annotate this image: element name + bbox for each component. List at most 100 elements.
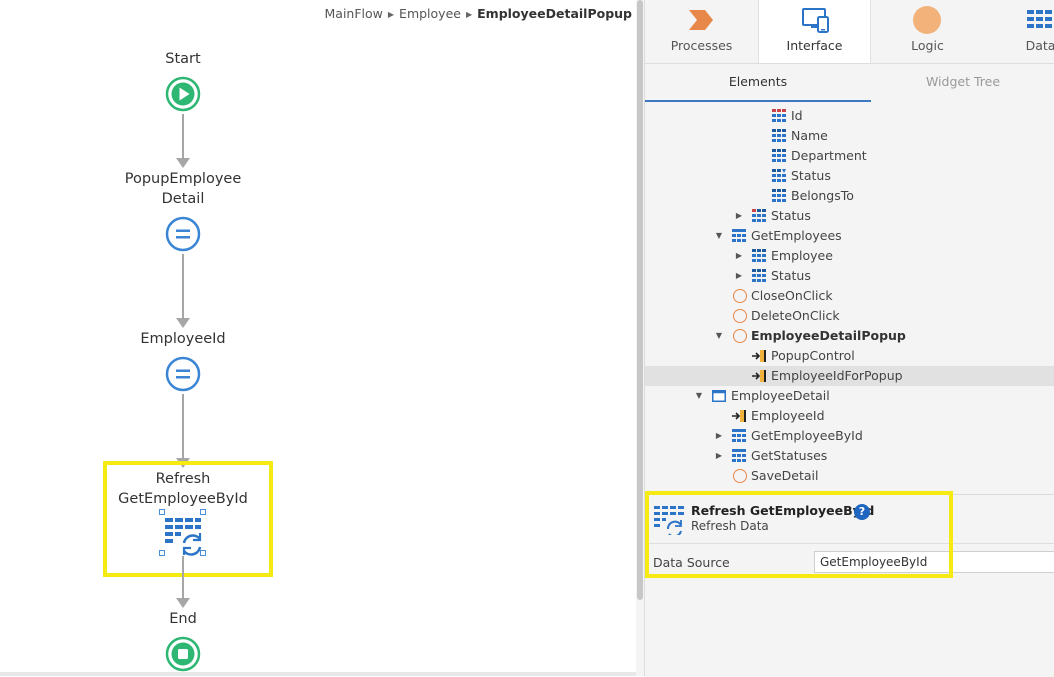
elements-tree[interactable]: Id Name Department Status BelongsTo ▶ St… [645, 104, 1054, 488]
employeeid-node-label: EmployeeId [140, 331, 226, 347]
breadcrumb-item-mainflow[interactable]: MainFlow [325, 6, 383, 21]
tree-item-label: EmployeeDetailPopup [751, 328, 906, 343]
flow-canvas[interactable]: MainFlow ▶ Employee ▶ EmployeeDetailPopup St… [0, 0, 636, 676]
entity-icon [752, 269, 766, 282]
tree-item-employeedetail[interactable]: ▼ EmployeeDetail [645, 386, 1054, 406]
canvas-scrollbar[interactable] [636, 0, 644, 676]
logic-icon [913, 6, 941, 34]
flow-connector [182, 114, 184, 160]
tree-item-label: PopupControl [771, 348, 855, 363]
breadcrumb: MainFlow ▶ Employee ▶ EmployeeDetailPopup [325, 6, 632, 21]
tab-interface[interactable]: Interface [758, 0, 871, 63]
aggregate-icon [732, 229, 746, 242]
input-parameter-icon [752, 370, 766, 382]
tree-item-getemployees[interactable]: ▼ GetEmployees [645, 226, 1054, 246]
tree-item-employee[interactable]: ▶ Employee [645, 246, 1054, 266]
tree-item-label: Name [791, 128, 828, 143]
tree-item-id[interactable]: Id [645, 106, 1054, 126]
entity-attribute-ref-icon [772, 169, 786, 182]
tree-item-name[interactable]: Name [645, 126, 1054, 146]
canvas-bottom-strip [0, 672, 636, 676]
tab-interface-label: Interface [786, 38, 843, 53]
breadcrumb-separator-icon: ▶ [387, 10, 395, 19]
flow-connector [182, 556, 184, 598]
breadcrumb-current: EmployeeDetailPopup [477, 6, 632, 21]
tree-item-label: Status [791, 168, 831, 183]
tree-item-label: SaveDetail [751, 468, 819, 483]
end-node-label: End [169, 611, 197, 627]
flow-arrow-icon [176, 158, 190, 168]
tree-item-label: DeleteOnClick [751, 308, 840, 323]
canvas-scroll-thumb[interactable] [637, 0, 643, 600]
interface-icon [802, 8, 829, 33]
tree-item-label: EmployeeDetail [731, 388, 830, 403]
flow-arrow-icon [176, 598, 190, 608]
tree-item-deleteonclick[interactable]: DeleteOnClick [645, 306, 1054, 326]
tree-item-employeedetailpopup[interactable]: ▼ EmployeeDetailPopup [645, 326, 1054, 346]
tree-item-status-entity[interactable]: ▶ Status [645, 206, 1054, 226]
collapse-caret-icon[interactable]: ▼ [714, 331, 724, 341]
subtab-widget-tree[interactable]: Widget Tree [871, 64, 1054, 102]
tree-item-employeeid[interactable]: EmployeeId [645, 406, 1054, 426]
processes-icon [689, 10, 713, 30]
screen-icon [712, 390, 726, 402]
tree-item-status-entity[interactable]: ▶ Status [645, 266, 1054, 286]
entity-attribute-id-icon [772, 109, 786, 122]
tree-item-savedetail[interactable]: SaveDetail [645, 466, 1054, 486]
action-circle-icon [733, 469, 747, 483]
expand-caret-icon[interactable]: ▶ [734, 271, 744, 281]
tab-data-label: Data [1025, 38, 1054, 53]
tree-item-department[interactable]: Department [645, 146, 1054, 166]
tree-item-label: BelongsTo [791, 188, 854, 203]
entity-icon [752, 249, 766, 262]
input-parameter-icon [732, 410, 746, 422]
data-icon [1027, 10, 1052, 28]
expand-caret-icon[interactable]: ▶ [734, 211, 744, 221]
sub-tabs: Elements Widget Tree [645, 64, 1054, 102]
action-circle-icon [733, 289, 747, 303]
tree-item-closeonclick[interactable]: CloseOnClick [645, 286, 1054, 306]
expand-caret-icon[interactable]: ▶ [734, 251, 744, 261]
flow-arrow-icon [176, 318, 190, 328]
expand-caret-icon[interactable]: ▶ [714, 431, 724, 441]
tree-item-employeeidforpopup[interactable]: EmployeeIdForPopup [645, 366, 1054, 386]
tree-item-label: Id [791, 108, 803, 123]
tree-item-label: EmployeeIdForPopup [771, 368, 903, 383]
tab-processes[interactable]: Processes [645, 0, 758, 63]
tree-item-label: EmployeeId [751, 408, 825, 423]
end-node-icon[interactable] [165, 636, 201, 672]
tree-item-getstatuses[interactable]: ▶ GetStatuses [645, 446, 1054, 466]
tree-item-belongsto[interactable]: BelongsTo [645, 186, 1054, 206]
assign-node-icon[interactable] [165, 216, 201, 252]
tree-item-popupcontrol[interactable]: PopupControl [645, 346, 1054, 366]
subtab-elements[interactable]: Elements [645, 64, 871, 102]
tab-logic-label: Logic [911, 38, 944, 53]
highlight-box [645, 491, 953, 578]
collapse-caret-icon[interactable]: ▼ [694, 391, 704, 401]
aggregate-icon [732, 429, 746, 442]
breadcrumb-separator-icon: ▶ [465, 10, 473, 19]
entity-attribute-icon [772, 189, 786, 202]
flow-connector [182, 254, 184, 320]
tab-logic[interactable]: Logic [871, 0, 984, 63]
aggregate-icon [732, 449, 746, 462]
input-parameter-icon [752, 350, 766, 362]
tree-item-label: GetEmployees [751, 228, 842, 243]
popup-node-label-line1: PopupEmployee [124, 171, 242, 187]
collapse-caret-icon[interactable]: ▼ [714, 231, 724, 241]
start-node-icon[interactable] [165, 76, 201, 112]
assign-node-icon[interactable] [165, 356, 201, 392]
entity-attribute-icon [772, 149, 786, 162]
tree-item-label: Status [771, 208, 811, 223]
tree-item-label: GetStatuses [751, 448, 828, 463]
tab-data[interactable]: Data [984, 0, 1054, 63]
tree-item-getemployeebyid[interactable]: ▶ GetEmployeeById [645, 426, 1054, 446]
entity-attribute-icon [772, 129, 786, 142]
tab-processes-label: Processes [670, 38, 733, 53]
flow-connector [182, 394, 184, 460]
breadcrumb-item-employee[interactable]: Employee [399, 6, 461, 21]
expand-caret-icon[interactable]: ▶ [714, 451, 724, 461]
highlight-box [103, 461, 273, 577]
tree-item-label: Status [771, 268, 811, 283]
tree-item-status-attribute[interactable]: Status [645, 166, 1054, 186]
